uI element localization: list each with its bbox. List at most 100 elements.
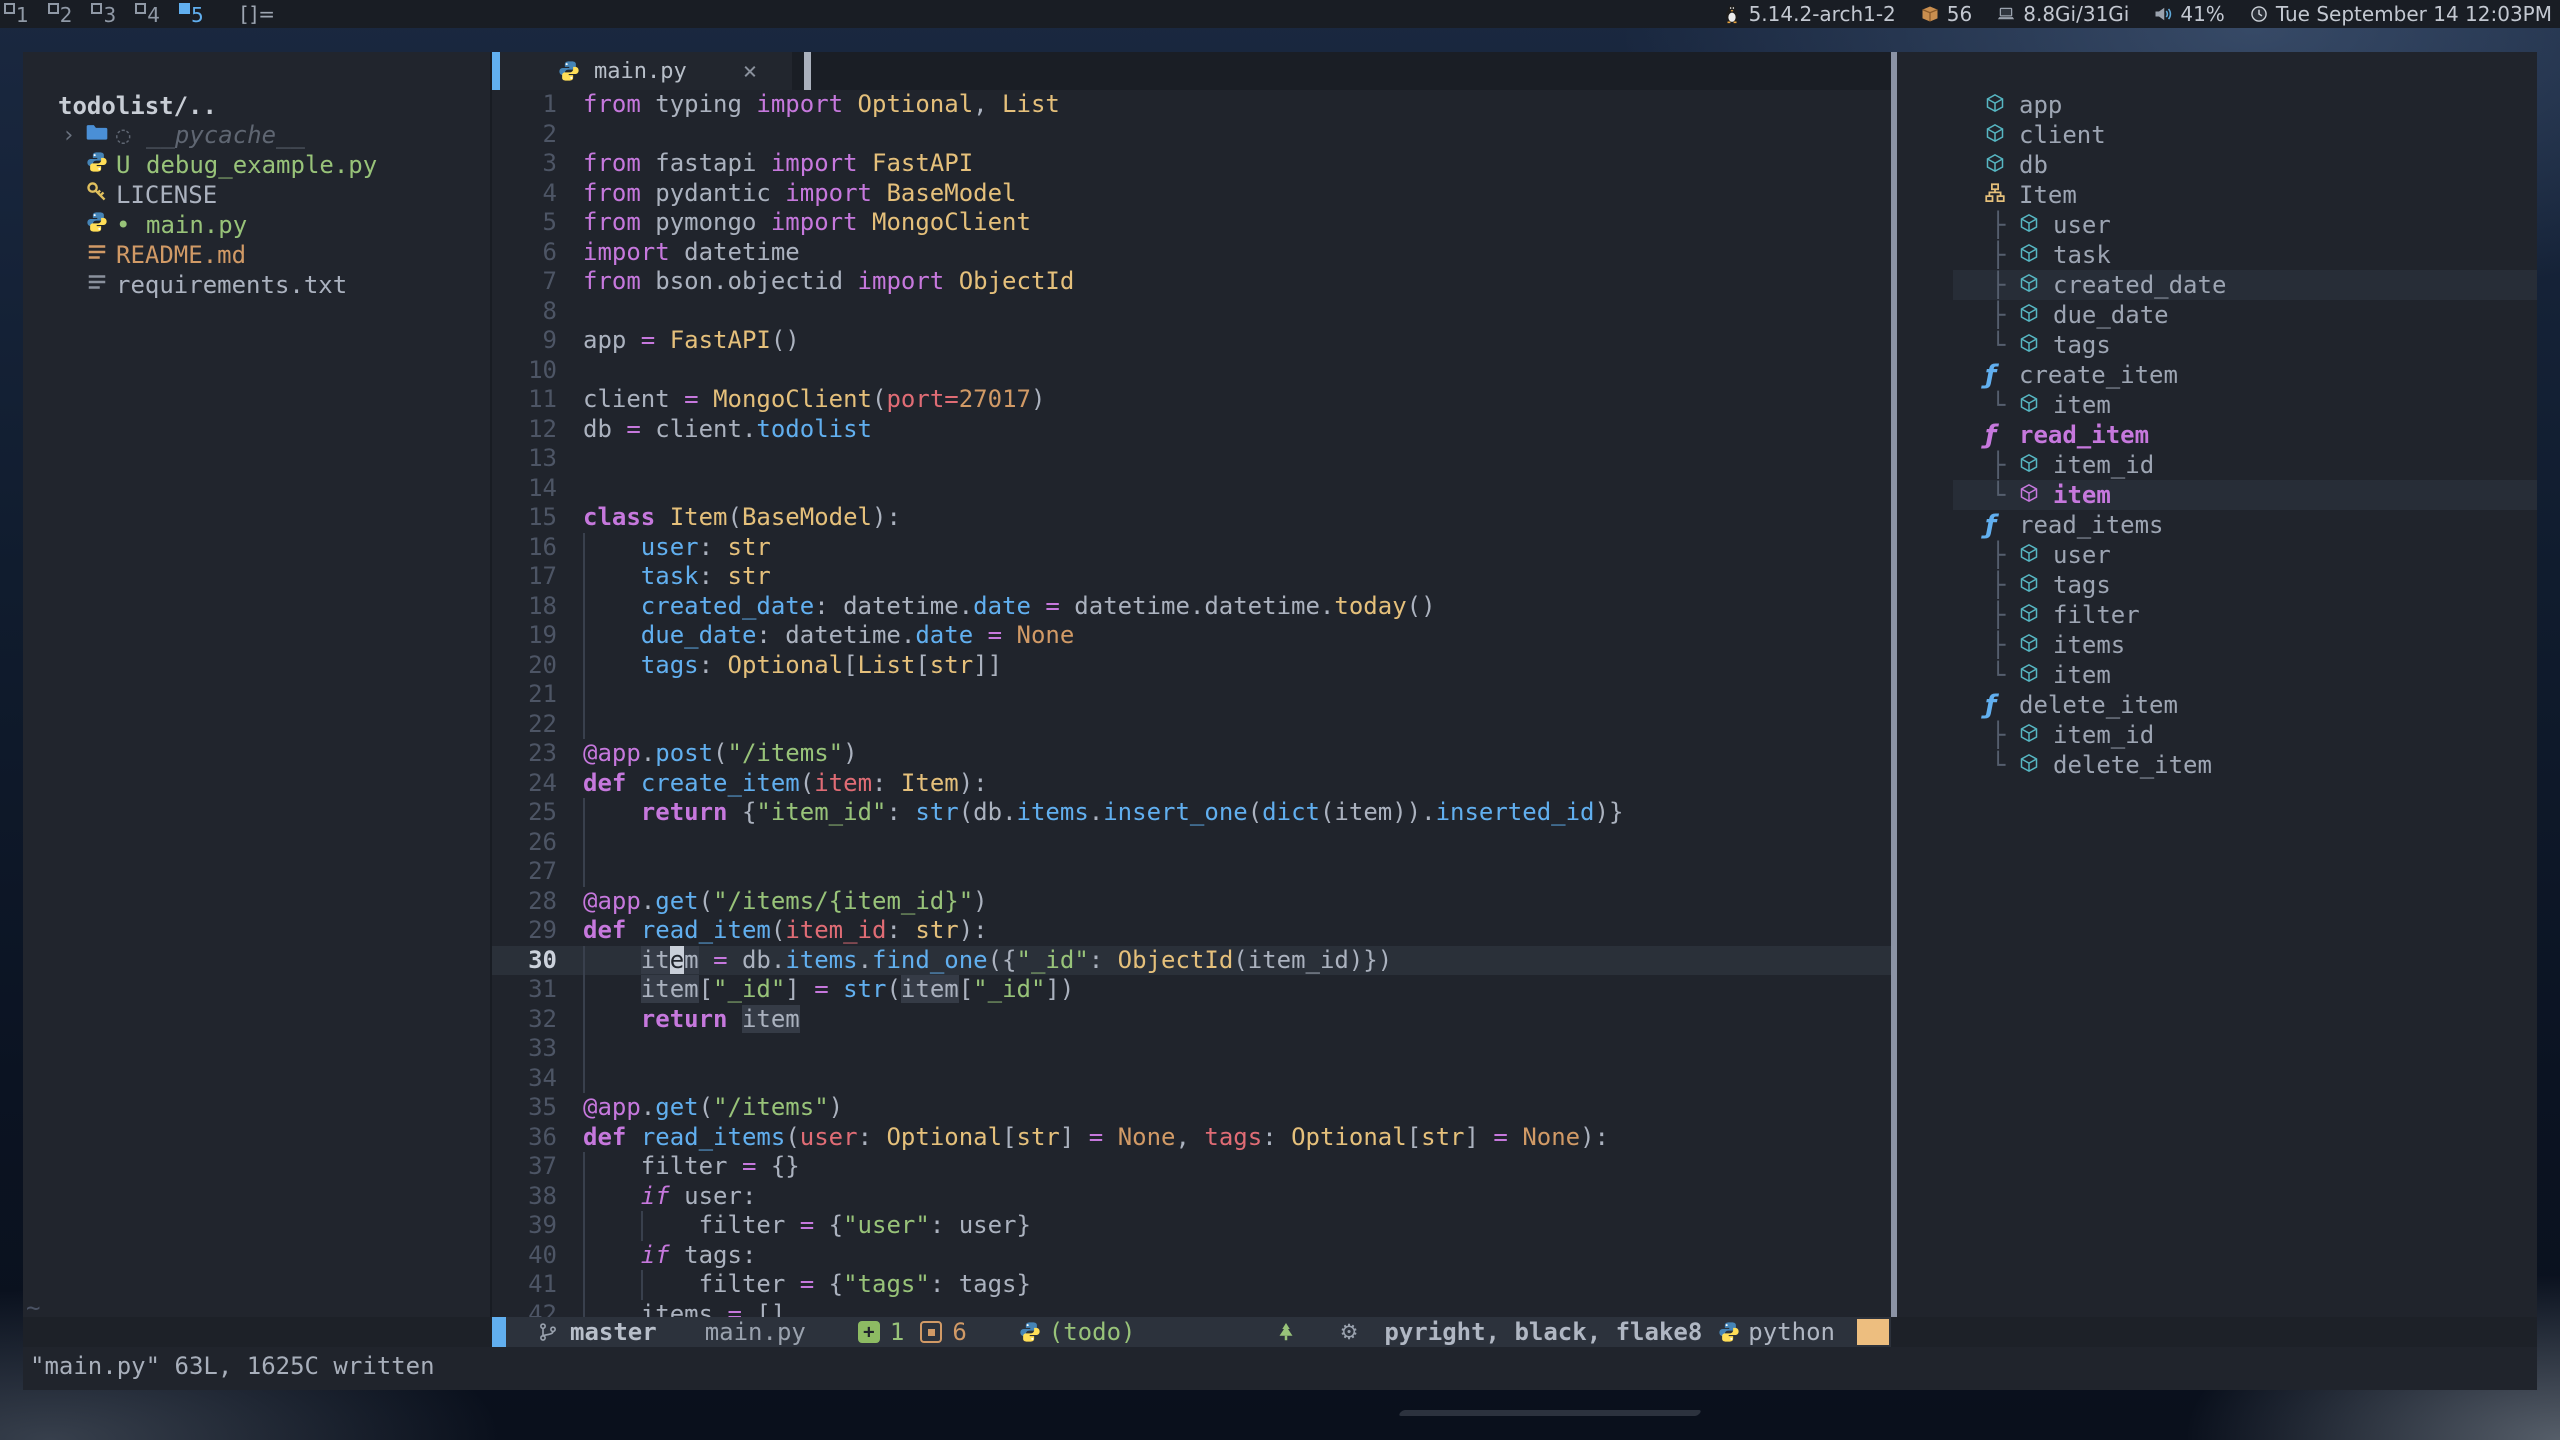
chevron-right-icon[interactable]: › xyxy=(62,123,86,148)
code-line-37[interactable]: 37 filter = {} xyxy=(492,1152,1891,1182)
line-number: 26 xyxy=(492,828,557,858)
code-line-23[interactable]: 23@app.post("/items") xyxy=(492,739,1891,769)
code-line-1[interactable]: 1from typing import Optional, List xyxy=(492,90,1891,120)
symbol-item_id[interactable]: ├item_id xyxy=(1897,720,2537,750)
code-line-7[interactable]: 7from bson.objectid import ObjectId xyxy=(492,267,1891,297)
code-line-41[interactable]: 41 filter = {"tags": tags} xyxy=(492,1270,1891,1300)
tree-item-label: LICENSE xyxy=(116,181,217,209)
code-line-10[interactable]: 10 xyxy=(492,356,1891,386)
code-line-42[interactable]: 42 items = [] xyxy=(492,1300,1891,1318)
code-buffer[interactable]: 1from typing import Optional, List23from… xyxy=(492,90,1891,1317)
code-text: client = MongoClient(port=27017) xyxy=(583,385,1045,413)
tab-close-icon[interactable]: × xyxy=(743,57,757,85)
code-line-14[interactable]: 14 xyxy=(492,474,1891,504)
cube xyxy=(2019,753,2039,773)
code-line-16[interactable]: 16 user: str xyxy=(492,533,1891,563)
symbol-db[interactable]: db xyxy=(1897,150,2537,180)
symbol-item[interactable]: └item xyxy=(1897,480,2537,510)
code-line-15[interactable]: 15class Item(BaseModel): xyxy=(492,503,1891,533)
code-line-22[interactable]: 22 xyxy=(492,710,1891,740)
code-line-32[interactable]: 32 return item xyxy=(492,1005,1891,1035)
workspace-5[interactable]: 5 xyxy=(175,0,219,28)
symbol-tags[interactable]: ├tags xyxy=(1897,570,2537,600)
symbol-read_item[interactable]: ƒread_item xyxy=(1897,420,2537,450)
code-line-20[interactable]: 20 tags: Optional[List[str]] xyxy=(492,651,1891,681)
code-line-39[interactable]: 39 filter = {"user": user} xyxy=(492,1211,1891,1241)
tree-item-requirements-txt[interactable]: requirements.txt xyxy=(23,270,490,300)
code-line-17[interactable]: 17 task: str xyxy=(492,562,1891,592)
symbol-task[interactable]: ├task xyxy=(1897,240,2537,270)
code-line-40[interactable]: 40 if tags: xyxy=(492,1241,1891,1271)
function-icon: ƒ xyxy=(1985,420,2019,450)
git-branch: master xyxy=(570,1318,657,1346)
file-tree-root[interactable]: todolist/.. xyxy=(58,92,217,120)
tree-item-main-py[interactable]: •main.py xyxy=(23,210,490,240)
code-line-28[interactable]: 28@app.get("/items/{item_id}") xyxy=(492,887,1891,917)
symbol-item_id[interactable]: ├item_id xyxy=(1897,450,2537,480)
indent-guide xyxy=(583,592,585,622)
code-line-25[interactable]: 25 return {"item_id": str(db.items.inser… xyxy=(492,798,1891,828)
symbol-Item[interactable]: Item xyxy=(1897,180,2537,210)
workspace-4[interactable]: 4 xyxy=(131,0,175,28)
code-line-2[interactable]: 2 xyxy=(492,120,1891,150)
symbol-filter[interactable]: ├filter xyxy=(1897,600,2537,630)
tree-connector: ├ xyxy=(1991,301,2019,329)
tree-item-readme-md[interactable]: README.md xyxy=(23,240,490,270)
symbol-item[interactable]: └item xyxy=(1897,390,2537,420)
symbol-create_item[interactable]: ƒcreate_item xyxy=(1897,360,2537,390)
code-text: items = [] xyxy=(583,1300,785,1318)
symbol-user[interactable]: ├user xyxy=(1897,210,2537,240)
line-number: 33 xyxy=(492,1034,557,1064)
tree-item-license[interactable]: LICENSE xyxy=(23,180,490,210)
workspace-indicator xyxy=(4,3,15,14)
workspace-2[interactable]: 2 xyxy=(44,0,88,28)
symbol-delete_item[interactable]: ƒdelete_item xyxy=(1897,690,2537,720)
code-line-5[interactable]: 5from pymongo import MongoClient xyxy=(492,208,1891,238)
symbol-user[interactable]: ├user xyxy=(1897,540,2537,570)
code-line-27[interactable]: 27 xyxy=(492,857,1891,887)
code-line-19[interactable]: 19 due_date: datetime.date = None xyxy=(492,621,1891,651)
tree-connector: ├ xyxy=(1991,451,2019,479)
tree-item-label: main.py xyxy=(146,211,247,239)
symbol-client[interactable]: client xyxy=(1897,120,2537,150)
code-line-29[interactable]: 29def read_item(item_id: str): xyxy=(492,916,1891,946)
code-line-34[interactable]: 34 xyxy=(492,1064,1891,1094)
code-line-21[interactable]: 21 xyxy=(492,680,1891,710)
code-line-38[interactable]: 38 if user: xyxy=(492,1182,1891,1212)
tab-main-py[interactable]: main.py × xyxy=(492,52,792,90)
line-number: 8 xyxy=(492,297,557,327)
code-line-31[interactable]: 31 item["_id"] = str(item["_id"]) xyxy=(492,975,1891,1005)
code-line-36[interactable]: 36def read_items(user: Optional[str] = N… xyxy=(492,1123,1891,1153)
symbol-read_items[interactable]: ƒread_items xyxy=(1897,510,2537,540)
indent-guide xyxy=(583,1300,585,1318)
code-line-12[interactable]: 12db = client.todolist xyxy=(492,415,1891,445)
tree-item--pycache-[interactable]: ›◌__pycache__ xyxy=(23,120,490,150)
code-line-24[interactable]: 24def create_item(item: Item): xyxy=(492,769,1891,799)
command-line[interactable]: "main.py" 63L, 1625C written xyxy=(23,1347,2537,1390)
symbol-delete_item[interactable]: └delete_item xyxy=(1897,750,2537,780)
code-line-4[interactable]: 4from pydantic import BaseModel xyxy=(492,179,1891,209)
code-line-33[interactable]: 33 xyxy=(492,1034,1891,1064)
code-line-26[interactable]: 26 xyxy=(492,828,1891,858)
code-line-13[interactable]: 13 xyxy=(492,444,1891,474)
symbol-created_date[interactable]: ├created_date xyxy=(1897,270,2537,300)
symbol-items[interactable]: ├items xyxy=(1897,630,2537,660)
tree-item-debug-example-py[interactable]: Udebug_example.py xyxy=(23,150,490,180)
symbol-app[interactable]: app xyxy=(1897,90,2537,120)
code-line-11[interactable]: 11client = MongoClient(port=27017) xyxy=(492,385,1891,415)
code-line-35[interactable]: 35@app.get("/items") xyxy=(492,1093,1891,1123)
symbol-tags[interactable]: └tags xyxy=(1897,330,2537,360)
code-line-6[interactable]: 6import datetime xyxy=(492,238,1891,268)
status-clock: Tue September 14 12:03PM xyxy=(2249,2,2552,26)
workspace-1[interactable]: 1 xyxy=(0,0,44,28)
symbol-item[interactable]: └item xyxy=(1897,660,2537,690)
code-line-18[interactable]: 18 created_date: datetime.date = datetim… xyxy=(492,592,1891,622)
code-line-8[interactable]: 8 xyxy=(492,297,1891,327)
workspace-3[interactable]: 3 xyxy=(87,0,131,28)
symbol-due_date[interactable]: ├due_date xyxy=(1897,300,2537,330)
status-text: Tue September 14 12:03PM xyxy=(2276,2,2552,26)
code-line-9[interactable]: 9app = FastAPI() xyxy=(492,326,1891,356)
layout-symbol[interactable]: []= xyxy=(241,2,276,26)
code-line-3[interactable]: 3from fastapi import FastAPI xyxy=(492,149,1891,179)
code-line-30[interactable]: 30 item = db.items.find_one({"_id": Obje… xyxy=(492,946,1891,976)
